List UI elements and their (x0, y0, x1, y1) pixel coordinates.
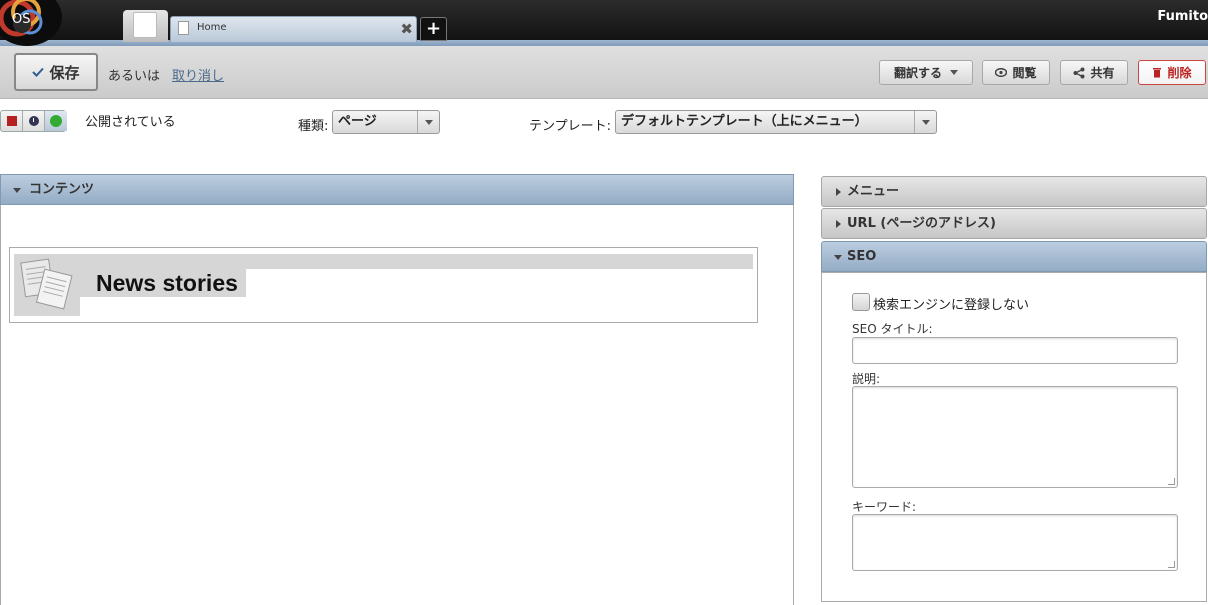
cancel-link[interactable]: 取り消し (172, 65, 224, 84)
logo-text: OS (12, 12, 31, 27)
share-button-label: 共有 (1090, 66, 1115, 80)
menu-section-title: メニュー (847, 184, 900, 199)
chevron-down-icon (950, 70, 958, 75)
eye-icon (995, 68, 1008, 77)
save-button[interactable]: 保存 (14, 53, 98, 91)
share-icon (1073, 67, 1085, 78)
expanded-triangle-icon (13, 188, 21, 193)
logo[interactable]: OS (0, 0, 62, 46)
close-icon[interactable]: ✖ (400, 20, 413, 38)
or-text: あるいは (108, 69, 161, 84)
add-tab-button[interactable]: + (420, 17, 447, 41)
collapsed-triangle-icon (836, 220, 841, 228)
tab-home[interactable]: Home ✖ (170, 16, 417, 42)
seo-title-label: SEO タイトル: (852, 322, 933, 336)
chevron-down-icon (417, 111, 439, 133)
view-button[interactable]: 閲覧 (982, 60, 1050, 85)
delete-button-label: 削除 (1167, 66, 1192, 80)
save-button-label: 保存 (49, 63, 80, 82)
toolbar: 保存 あるいは 取り消し 翻訳する 閲覧 共有 削除 (0, 46, 1208, 99)
type-select[interactable]: ページ (332, 110, 440, 134)
tab-home-label: Home (197, 22, 227, 33)
resize-handle-icon[interactable] (1168, 478, 1175, 485)
tab-overview[interactable] (123, 10, 168, 42)
status-scheduled-button[interactable] (23, 111, 45, 131)
translate-button-label: 翻訳する (893, 66, 942, 80)
documents-icon (14, 254, 80, 316)
publish-status-control (0, 110, 67, 132)
seo-section-title: SEO (847, 249, 877, 264)
keywords-textarea[interactable] (852, 514, 1178, 571)
menu-section-header[interactable]: メニュー (821, 176, 1207, 207)
content-panel-title: コンテンツ (29, 182, 95, 197)
collapsed-triangle-icon (836, 188, 841, 196)
green-dot-icon (50, 115, 62, 127)
type-select-value: ページ (338, 114, 377, 129)
seo-section-header[interactable]: SEO (821, 241, 1207, 272)
seo-section-body: 検索エンジンに登録しない SEO タイトル: 説明: キーワード: (821, 272, 1207, 602)
no-index-checkbox[interactable] (852, 293, 870, 311)
type-label: 種類: (298, 119, 329, 134)
seo-title-input[interactable] (852, 337, 1178, 364)
stop-icon (6, 116, 17, 126)
keywords-label: キーワード: (852, 500, 917, 514)
expanded-triangle-icon (834, 255, 842, 260)
template-select-value: デフォルトテンプレート（上にメニュー） (621, 114, 868, 129)
page-icon (178, 21, 189, 35)
template-label: テンプレート: (529, 119, 611, 134)
trash-icon (1153, 68, 1162, 78)
publish-status-text: 公開されている (85, 115, 176, 130)
status-published-button[interactable] (45, 111, 67, 131)
checkmark-icon (32, 67, 45, 77)
chevron-down-icon (914, 111, 936, 133)
news-stories-block[interactable]: News stories (9, 247, 758, 323)
block-title-bar (14, 254, 753, 269)
logo-rings-icon (0, 0, 43, 37)
resize-handle-icon[interactable] (1168, 561, 1175, 568)
share-button[interactable]: 共有 (1060, 60, 1128, 85)
content-panel-header[interactable]: コンテンツ (0, 174, 794, 205)
description-label: 説明: (852, 372, 881, 386)
delete-button[interactable]: 削除 (1138, 60, 1206, 85)
document-icon (133, 12, 157, 38)
template-select[interactable]: デフォルトテンプレート（上にメニュー） (615, 110, 937, 134)
url-section-header[interactable]: URL (ページのアドレス) (821, 208, 1207, 239)
url-section-title: URL (ページのアドレス) (847, 216, 996, 231)
view-button-label: 閲覧 (1012, 66, 1037, 80)
status-unpublished-button[interactable] (1, 111, 23, 131)
news-stories-title: News stories (96, 270, 238, 296)
no-index-label: 検索エンジンに登録しない (873, 298, 1030, 313)
user-name[interactable]: Fumito (1157, 9, 1208, 24)
translate-button[interactable]: 翻訳する (879, 60, 973, 85)
description-textarea[interactable] (852, 386, 1178, 488)
clock-icon (28, 116, 39, 126)
